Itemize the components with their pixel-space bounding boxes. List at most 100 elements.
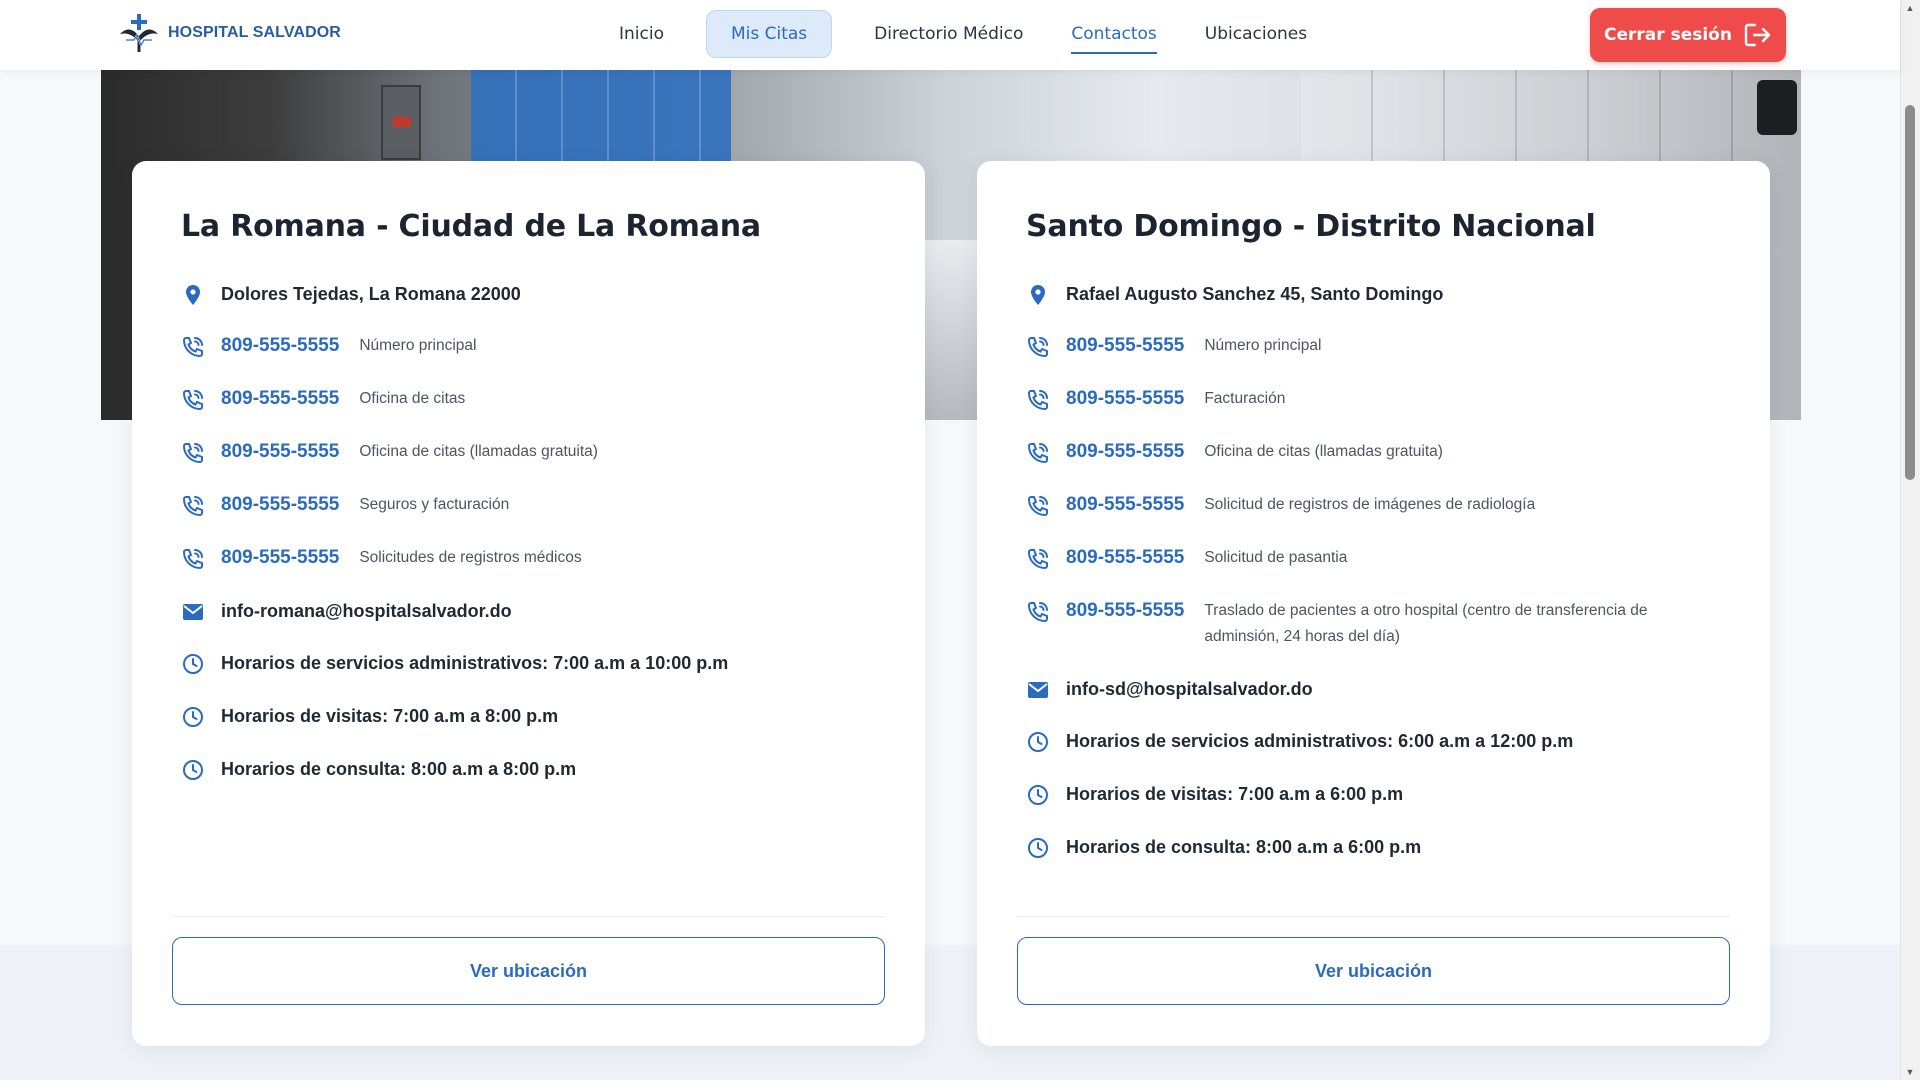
phone-description: Facturación (1204, 390, 1286, 407)
hero-elevator-panel (381, 85, 421, 160)
hours-text: Horarios de consulta: 8:00 a.m a 8:00 p.… (221, 759, 577, 779)
phone-description: Solicitud de registros de imágenes de ra… (1204, 496, 1536, 513)
phone-number-link[interactable]: 809-555-5555 (1066, 492, 1184, 518)
address-text: Dolores Tejedas, La Romana 22000 (221, 284, 521, 304)
nav-item-mis-citas[interactable]: Mis Citas (705, 10, 833, 58)
location-card-santo-domingo: Santo Domingo - Distrito Nacional Rafael… (977, 161, 1770, 1046)
top-navbar: HOSPITAL SALVADOR Inicio Mis Citas Direc… (0, 0, 1900, 70)
contact-info-list: Rafael Augusto Sanchez 45, Santo Domingo… (1026, 281, 1730, 887)
brand-name: HOSPITAL SALVADOR (168, 24, 341, 41)
location-title: La Romana - Ciudad de La Romana (181, 209, 761, 244)
phone-call-icon (181, 335, 205, 359)
mail-icon (1026, 678, 1050, 702)
email-link[interactable]: info-sd@hospitalsalvador.do (1066, 676, 1313, 702)
phone-row: 809-555-5555 Seguros y facturación (181, 492, 885, 545)
phone-call-icon (1026, 547, 1050, 571)
hours-row: Horarios de servicios administrativos: 7… (181, 650, 885, 703)
phone-row: 809-555-5555 Traslado de pacientes a otr… (1026, 598, 1730, 676)
location-title: Santo Domingo - Distrito Nacional (1026, 209, 1596, 244)
phone-number-link[interactable]: 809-555-5555 (1066, 439, 1184, 465)
phone-call-icon (181, 494, 205, 518)
nav-item-ubicaciones[interactable]: Ubicaciones (1181, 10, 1331, 58)
phone-call-icon (1026, 441, 1050, 465)
hours-text: Horarios de servicios administrativos: 6… (1066, 731, 1574, 751)
phone-description: Número principal (1204, 337, 1322, 354)
email-row: info-sd@hospitalsalvador.do (1026, 676, 1730, 728)
phone-call-icon (181, 547, 205, 571)
clock-icon (1026, 730, 1050, 754)
phone-description: Seguros y facturación (359, 496, 510, 513)
view-location-button[interactable]: Ver ubicación (1017, 937, 1730, 1005)
scroll-up-arrow-icon[interactable]: ▲ (1905, 3, 1915, 13)
phone-call-icon (181, 388, 205, 412)
email-link[interactable]: info-romana@hospitalsalvador.do (221, 598, 512, 624)
phone-number-link[interactable]: 809-555-5555 (221, 545, 339, 571)
address-text: Rafael Augusto Sanchez 45, Santo Domingo (1066, 284, 1444, 304)
phone-row: 809-555-5555 Solicitud de registros de i… (1026, 492, 1730, 545)
phone-row: 809-555-5555 Facturación (1026, 386, 1730, 439)
nav-item-contactos[interactable]: Contactos (1047, 10, 1180, 58)
logout-label: Cerrar sesión (1604, 25, 1732, 45)
phone-call-icon (1026, 335, 1050, 359)
phone-row: 809-555-5555 Solicitudes de registros mé… (181, 545, 885, 598)
phone-row: 809-555-5555 Solicitud de pasantia (1026, 545, 1730, 598)
brand-logo[interactable]: HOSPITAL SALVADOR (116, 12, 341, 54)
nav-item-inicio[interactable]: Inicio (595, 10, 688, 58)
contact-info-list: Dolores Tejedas, La Romana 22000 809-555… (181, 281, 885, 809)
phone-call-icon (1026, 494, 1050, 518)
main-nav: Inicio Mis Citas Directorio Médico Conta… (595, 10, 1331, 58)
phone-number-link[interactable]: 809-555-5555 (221, 386, 339, 412)
hours-text: Horarios de consulta: 8:00 a.m a 6:00 p.… (1066, 837, 1422, 857)
hours-text: Horarios de servicios administrativos: 7… (221, 653, 729, 673)
phone-call-icon (1026, 388, 1050, 412)
phone-row: 809-555-5555 Oficina de citas (llamadas … (1026, 439, 1730, 492)
hours-text: Horarios de visitas: 7:00 a.m a 6:00 p.m (1066, 784, 1404, 804)
view-location-button[interactable]: Ver ubicación (172, 937, 885, 1005)
clock-icon (181, 705, 205, 729)
location-card-la-romana: La Romana - Ciudad de La Romana Dolores … (132, 161, 925, 1046)
phone-number-link[interactable]: 809-555-5555 (1066, 598, 1184, 624)
phone-description: Oficina de citas (llamadas gratuita) (359, 443, 598, 460)
mail-icon (181, 600, 205, 624)
phone-description: Solicitudes de registros médicos (359, 549, 582, 566)
hero-blue-panel (471, 70, 731, 165)
scrollbar-thumb[interactable] (1905, 105, 1915, 480)
clock-icon (1026, 836, 1050, 860)
clock-icon (181, 758, 205, 782)
phone-description: Oficina de citas (359, 390, 466, 407)
map-pin-icon (1026, 283, 1050, 307)
phone-row: 809-555-5555 Oficina de citas (llamadas … (181, 439, 885, 492)
phone-row: 809-555-5555 Número principal (1026, 333, 1730, 386)
hours-row: Horarios de consulta: 8:00 a.m a 6:00 p.… (1026, 834, 1730, 887)
scroll-down-arrow-icon[interactable]: ▼ (1905, 1067, 1915, 1077)
hospital-logo-icon (120, 14, 158, 52)
phone-call-icon (181, 441, 205, 465)
address-row: Dolores Tejedas, La Romana 22000 (181, 281, 885, 333)
logout-button[interactable]: Cerrar sesión (1590, 8, 1786, 62)
phone-number-link[interactable]: 809-555-5555 (221, 492, 339, 518)
hours-row: Horarios de consulta: 8:00 a.m a 8:00 p.… (181, 756, 885, 809)
phone-number-link[interactable]: 809-555-5555 (1066, 386, 1184, 412)
phone-number-link[interactable]: 809-555-5555 (1066, 333, 1184, 359)
clock-icon (1026, 783, 1050, 807)
phone-description: Número principal (359, 337, 477, 354)
phone-row: 809-555-5555 Oficina de citas (181, 386, 885, 439)
hero-wall-device (1757, 80, 1797, 135)
phone-description: Solicitud de pasantia (1204, 549, 1348, 566)
hours-row: Horarios de visitas: 7:00 a.m a 8:00 p.m (181, 703, 885, 756)
phone-number-link[interactable]: 809-555-5555 (221, 439, 339, 465)
email-row: info-romana@hospitalsalvador.do (181, 598, 885, 650)
phone-number-link[interactable]: 809-555-5555 (221, 333, 339, 359)
card-divider (1017, 916, 1730, 917)
hours-row: Horarios de servicios administrativos: 6… (1026, 728, 1730, 781)
hours-text: Horarios de visitas: 7:00 a.m a 8:00 p.m (221, 706, 559, 726)
map-pin-icon (181, 283, 205, 307)
phone-row: 809-555-5555 Número principal (181, 333, 885, 386)
card-divider (172, 916, 885, 917)
phone-call-icon (1026, 600, 1050, 624)
hours-row: Horarios de visitas: 7:00 a.m a 6:00 p.m (1026, 781, 1730, 834)
clock-icon (181, 652, 205, 676)
address-row: Rafael Augusto Sanchez 45, Santo Domingo (1026, 281, 1730, 333)
phone-number-link[interactable]: 809-555-5555 (1066, 545, 1184, 571)
nav-item-directorio-medico[interactable]: Directorio Médico (850, 10, 1047, 58)
